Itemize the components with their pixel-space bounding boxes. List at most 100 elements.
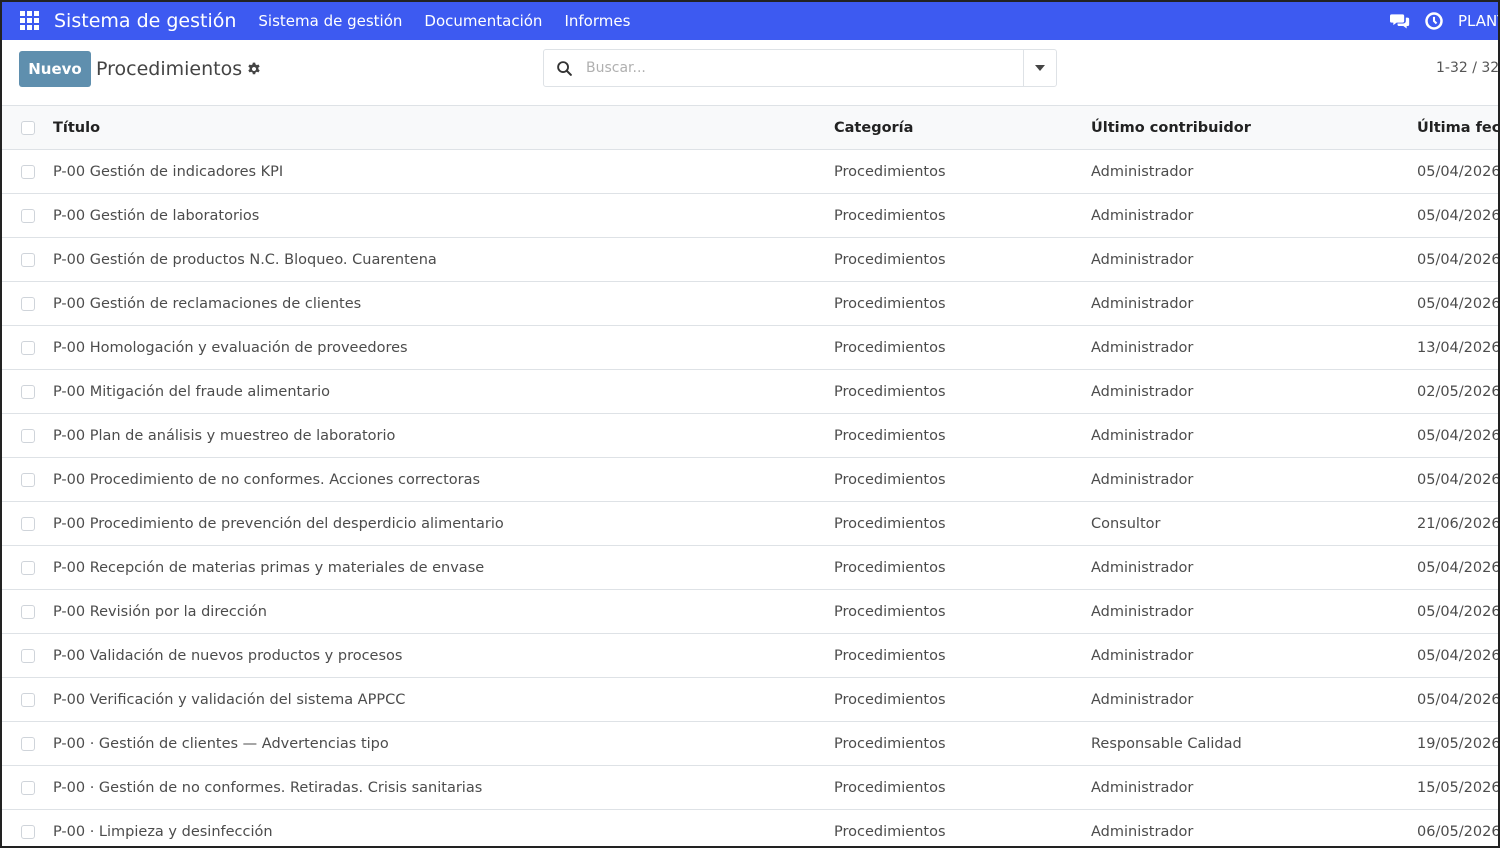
cell-contributor: Administrador	[1091, 164, 1194, 180]
row-checkbox[interactable]	[21, 517, 35, 531]
row-checkbox[interactable]	[21, 165, 35, 179]
cell-category: Procedimientos	[834, 780, 946, 796]
pager-value[interactable]: 1-32 / 32	[1436, 60, 1498, 76]
table-row[interactable]: P-00 Gestión de reclamaciones de cliente…	[2, 282, 1498, 326]
row-checkbox[interactable]	[21, 297, 35, 311]
cell-title: P-00 Gestión de productos N.C. Bloqueo. …	[53, 252, 437, 268]
row-checkbox[interactable]	[21, 649, 35, 663]
cell-date: 05/04/2026	[1417, 252, 1500, 268]
table-row[interactable]: P-00 Gestión de indicadores KPI Procedimi…	[2, 150, 1500, 194]
table-row[interactable]: P-00 Gestión de laboratorios Procedimient…	[2, 194, 1500, 238]
cell-category: Procedimientos	[834, 208, 946, 224]
table-row[interactable]: P-00 Validación de nuevos productos y pr…	[2, 634, 1498, 678]
cell-title: P-00 Procedimiento de no conformes. Acci…	[53, 472, 481, 488]
cell-category: Procedimientos	[834, 560, 946, 576]
row-checkbox-cell	[21, 370, 37, 414]
table-row[interactable]: P-00 Procedimiento de prevención del des…	[2, 502, 1498, 546]
table-row[interactable]: P-00 Homologación y evaluación de provee…	[2, 326, 1498, 370]
row-checkbox[interactable]	[21, 209, 35, 223]
cell-category: Procedimientos	[834, 604, 946, 620]
row-checkbox[interactable]	[21, 253, 35, 267]
cell-title: P-00 Gestión de laboratorios	[53, 208, 260, 224]
gear-icon[interactable]	[247, 62, 261, 76]
table-row[interactable]: P-00 · Gestión de clientes — Advertencia…	[2, 722, 1498, 766]
chat-icon[interactable]	[1390, 11, 1410, 31]
row-checkbox[interactable]	[21, 429, 35, 443]
cell-title: P-00 Mitigación del fraude alimentario	[53, 384, 330, 400]
control-panel: Nuevo Procedimientos 1-32 / 32	[2, 40, 1498, 106]
row-checkbox[interactable]	[21, 825, 35, 839]
cell-contributor: Administrador	[1091, 208, 1194, 224]
cell-date: 06/05/2026	[1417, 824, 1500, 840]
row-checkbox[interactable]	[21, 473, 35, 487]
new-button[interactable]: Nuevo	[19, 51, 91, 87]
table-row[interactable]: P-00 Plan de análisis y muestreo de labo…	[2, 414, 1498, 458]
app-window: Sistema de gestión Sistema de gestión Do…	[0, 0, 1500, 848]
table-row[interactable]: P-00 · Gestión de no conformes. Retirada…	[2, 766, 1498, 810]
row-checkbox[interactable]	[21, 561, 35, 575]
search-input[interactable]	[584, 52, 1018, 84]
cell-date: 05/04/2026	[1417, 560, 1500, 576]
cell-contributor: Administrador	[1091, 252, 1194, 268]
menu-informes[interactable]: Informes	[564, 12, 630, 30]
header-category[interactable]: Categoría	[834, 106, 1074, 150]
menu-documentacion[interactable]: Documentación	[424, 12, 542, 30]
header-date[interactable]: Última fecha	[1417, 106, 1498, 150]
cell-category: Procedimientos	[834, 516, 946, 532]
search-options-toggle[interactable]	[1023, 50, 1056, 86]
apps-grid-icon[interactable]	[20, 11, 40, 31]
search-icon	[544, 50, 584, 86]
header-title[interactable]: Título	[53, 106, 813, 150]
row-checkbox-cell	[21, 194, 37, 238]
table-row[interactable]: P-00 Revisión por la dirección Procedimie…	[2, 590, 1498, 634]
table-row[interactable]: P-00 Gestión de productos N.C. Bloqueo. …	[2, 238, 1500, 282]
cell-date: 02/05/2026	[1417, 384, 1500, 400]
row-checkbox[interactable]	[21, 693, 35, 707]
row-checkbox-cell	[21, 590, 37, 634]
cell-title: P-00 · Limpieza y desinfección	[53, 824, 273, 840]
clock-icon[interactable]	[1424, 11, 1444, 31]
cell-category: Procedimientos	[834, 736, 946, 752]
select-all-checkbox[interactable]	[21, 121, 35, 135]
cell-contributor: Administrador	[1091, 384, 1194, 400]
table-body: P-00 Gestión de indicadores KPI Procedimi…	[2, 150, 1500, 846]
row-checkbox-cell	[21, 282, 37, 326]
table-row[interactable]: P-00 Procedimiento de no conformes. Acci…	[2, 458, 1500, 502]
row-checkbox[interactable]	[21, 385, 35, 399]
row-checkbox[interactable]	[21, 605, 35, 619]
cell-contributor: Administrador	[1091, 692, 1194, 708]
menu-sistema-de-gestion[interactable]: Sistema de gestión	[258, 12, 402, 30]
header-checkbox-cell	[21, 106, 37, 150]
cell-title: P-00 Gestión de reclamaciones de cliente…	[53, 296, 362, 312]
row-checkbox-cell	[21, 766, 37, 810]
cell-category: Procedimientos	[834, 692, 946, 708]
cell-category: Procedimientos	[834, 252, 946, 268]
row-checkbox-cell	[21, 414, 37, 458]
cell-date: 05/04/2026	[1417, 164, 1500, 180]
cell-title: P-00 Verificación y validación del siste…	[53, 692, 406, 708]
header-contributor[interactable]: Último contribuidor	[1091, 106, 1391, 150]
cell-category: Procedimientos	[834, 428, 946, 444]
top-navbar: Sistema de gestión Sistema de gestión Do…	[2, 2, 1498, 40]
row-checkbox-cell	[21, 546, 37, 590]
table-row[interactable]: P-00 Mitigación del fraude alimentario Pr…	[2, 370, 1500, 414]
cell-contributor: Administrador	[1091, 824, 1194, 840]
cell-date: 05/04/2026	[1417, 472, 1500, 488]
records-table: Título Categoría Último contribuidor Últ…	[2, 106, 1500, 846]
row-checkbox[interactable]	[21, 341, 35, 355]
row-checkbox[interactable]	[21, 781, 35, 795]
cell-title: P-00 · Gestión de no conformes. Retirada…	[53, 780, 483, 796]
row-checkbox[interactable]	[21, 737, 35, 751]
company-switcher[interactable]: PLANTA	[1458, 12, 1498, 30]
cell-date: 05/04/2026	[1417, 208, 1500, 224]
table-row[interactable]: P-00 Recepción de materias primas y mate…	[2, 546, 1500, 590]
table-row[interactable]: P-00 Verificación y validación del siste…	[2, 678, 1498, 722]
app-brand[interactable]: Sistema de gestión	[54, 10, 236, 32]
cell-contributor: Administrador	[1091, 472, 1194, 488]
cell-title: P-00 Recepción de materias primas y mate…	[53, 560, 485, 576]
cell-category: Procedimientos	[834, 472, 946, 488]
row-checkbox-cell	[21, 326, 37, 370]
table-row[interactable]: P-00 · Limpieza y desinfección Procedimie…	[2, 810, 1500, 846]
row-checkbox-cell	[21, 150, 37, 194]
table-header-row: Título Categoría Último contribuidor Últ…	[2, 106, 1498, 150]
